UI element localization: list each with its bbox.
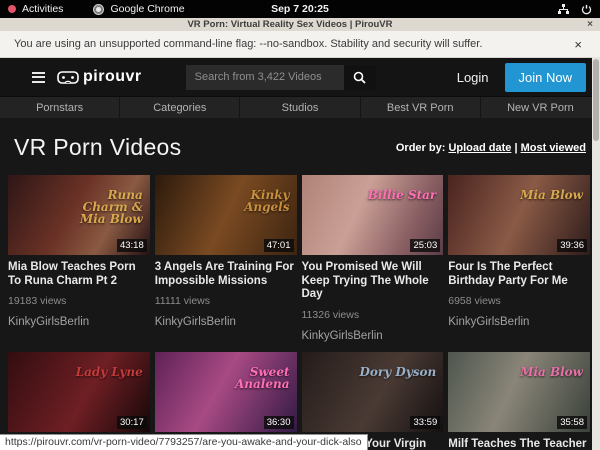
order-by: Order by: Upload date | Most viewed bbox=[396, 142, 586, 154]
join-now-button[interactable]: Join Now bbox=[505, 63, 586, 92]
duration-badge: 36:30 bbox=[264, 416, 294, 429]
duration-badge: 39:36 bbox=[557, 239, 587, 252]
recording-indicator-icon bbox=[8, 5, 16, 13]
video-grid: Runa Charm & Mia Blow 43:18 Mia Blow Tea… bbox=[0, 173, 600, 450]
tab-close-icon[interactable]: × bbox=[580, 19, 600, 30]
logo-text: pirouvr bbox=[83, 68, 142, 86]
thumbnail-overlay-text: Mia Blow bbox=[520, 366, 583, 378]
site-header: pirouvr Login Join Now bbox=[0, 58, 600, 96]
site-logo[interactable]: pirouvr bbox=[57, 68, 142, 86]
thumbnail-overlay-text: Runa Charm & Mia Blow bbox=[63, 189, 143, 225]
browser-tab[interactable]: VR Porn: Virtual Reality Sex Videos | Pi… bbox=[0, 19, 580, 30]
order-separator: | bbox=[514, 142, 517, 154]
video-studio-link[interactable]: KinkyGirlsBerlin bbox=[155, 316, 297, 328]
duration-badge: 30:17 bbox=[117, 416, 147, 429]
video-card[interactable]: Runa Charm & Mia Blow 43:18 Mia Blow Tea… bbox=[8, 175, 150, 342]
page-heading-row: VR Porn Videos Order by: Upload date | M… bbox=[0, 118, 600, 173]
video-card[interactable]: Mia Blow 35:58 Milf Teaches The Teacher … bbox=[448, 352, 590, 450]
menu-hamburger-icon[interactable] bbox=[30, 68, 47, 87]
duration-badge: 33:59 bbox=[410, 416, 440, 429]
video-title[interactable]: Milf Teaches The Teacher Some Practical … bbox=[448, 438, 590, 450]
network-icon[interactable] bbox=[558, 4, 569, 15]
login-link[interactable]: Login bbox=[451, 66, 495, 89]
status-url-tooltip: https://pirouvr.com/vr-porn-video/779325… bbox=[0, 434, 368, 450]
video-thumbnail[interactable]: Runa Charm & Mia Blow 43:18 bbox=[8, 175, 150, 255]
video-views: 11111 views bbox=[155, 295, 297, 307]
video-thumbnail[interactable]: Dory Dyson 33:59 bbox=[302, 352, 444, 432]
browser-tab-bar: VR Porn: Virtual Reality Sex Videos | Pi… bbox=[0, 18, 600, 31]
chrome-warning-bar: You are using an unsupported command-lin… bbox=[0, 31, 600, 58]
video-studio-link[interactable]: KinkyGirlsBerlin bbox=[448, 316, 590, 328]
thumbnail-overlay-text: Kinky Angels bbox=[210, 189, 290, 213]
page-title: VR Porn Videos bbox=[14, 134, 181, 161]
search-input[interactable] bbox=[186, 65, 344, 90]
duration-badge: 35:58 bbox=[557, 416, 587, 429]
thumbnail-overlay-text: Mia Blow bbox=[520, 189, 583, 201]
video-card[interactable]: Kinky Angels 47:01 3 Angels Are Training… bbox=[155, 175, 297, 342]
nav-item-categories[interactable]: Categories bbox=[119, 97, 239, 118]
search-icon bbox=[353, 71, 366, 84]
scrollbar-thumb[interactable] bbox=[593, 59, 599, 141]
video-studio-link[interactable]: KinkyGirlsBerlin bbox=[302, 330, 444, 342]
video-thumbnail[interactable]: Lady Lyne 30:17 bbox=[8, 352, 150, 432]
video-title[interactable]: Mia Blow Teaches Porn To Runa Charm Pt 2 bbox=[8, 261, 150, 288]
duration-badge: 47:01 bbox=[264, 239, 294, 252]
video-views: 11326 views bbox=[302, 309, 444, 321]
video-thumbnail[interactable]: Billie Star 25:03 bbox=[302, 175, 444, 255]
video-title[interactable]: Four Is The Perfect Birthday Party For M… bbox=[448, 261, 590, 288]
video-card[interactable]: Mia Blow 39:36 Four Is The Perfect Birth… bbox=[448, 175, 590, 342]
power-icon[interactable] bbox=[581, 4, 592, 15]
thumbnail-overlay-text: Lady Lyne bbox=[76, 366, 143, 378]
order-upload-date-link[interactable]: Upload date bbox=[448, 142, 511, 154]
duration-badge: 25:03 bbox=[410, 239, 440, 252]
video-title[interactable]: You Promised We Will Keep Trying The Who… bbox=[302, 261, 444, 302]
screen: Activities Google Chrome Sep 7 20:25 VR … bbox=[0, 0, 600, 450]
clock[interactable]: Sep 7 20:25 bbox=[238, 3, 362, 15]
order-most-viewed-link[interactable]: Most viewed bbox=[521, 142, 586, 154]
nav-item-pornstars[interactable]: Pornstars bbox=[0, 97, 119, 118]
activities-button[interactable]: Activities bbox=[22, 3, 63, 15]
duration-badge: 43:18 bbox=[117, 239, 147, 252]
chrome-icon bbox=[93, 4, 104, 15]
nav-item-best-vr[interactable]: Best VR Porn bbox=[360, 97, 480, 118]
site-nav: Pornstars Categories Studios Best VR Por… bbox=[0, 96, 600, 118]
video-thumbnail[interactable]: Mia Blow 39:36 bbox=[448, 175, 590, 255]
video-views: 19183 views bbox=[8, 295, 150, 307]
search-button[interactable] bbox=[344, 65, 376, 90]
vr-goggles-icon bbox=[57, 71, 79, 84]
nav-item-new-vr[interactable]: New VR Porn bbox=[480, 97, 600, 118]
system-top-bar: Activities Google Chrome Sep 7 20:25 bbox=[0, 0, 600, 18]
video-studio-link[interactable]: KinkyGirlsBerlin bbox=[8, 316, 150, 328]
warning-close-icon[interactable]: × bbox=[570, 37, 586, 52]
nav-item-studios[interactable]: Studios bbox=[239, 97, 359, 118]
order-by-label: Order by: bbox=[396, 142, 446, 154]
thumbnail-overlay-text: Sweet Analena bbox=[210, 366, 290, 390]
thumbnail-overlay-text: Billie Star bbox=[368, 189, 437, 201]
video-title[interactable]: 3 Angels Are Training For Impossible Mis… bbox=[155, 261, 297, 288]
video-views: 6958 views bbox=[448, 295, 590, 307]
video-card[interactable]: Billie Star 25:03 You Promised We Will K… bbox=[302, 175, 444, 342]
video-thumbnail[interactable]: Sweet Analena 36:30 bbox=[155, 352, 297, 432]
focused-app-menu[interactable]: Google Chrome bbox=[110, 3, 184, 15]
warning-text: You are using an unsupported command-lin… bbox=[14, 38, 570, 50]
thumbnail-overlay-text: Dory Dyson bbox=[360, 366, 437, 378]
video-thumbnail[interactable]: Kinky Angels 47:01 bbox=[155, 175, 297, 255]
scrollbar[interactable] bbox=[592, 57, 600, 450]
video-thumbnail[interactable]: Mia Blow 35:58 bbox=[448, 352, 590, 432]
